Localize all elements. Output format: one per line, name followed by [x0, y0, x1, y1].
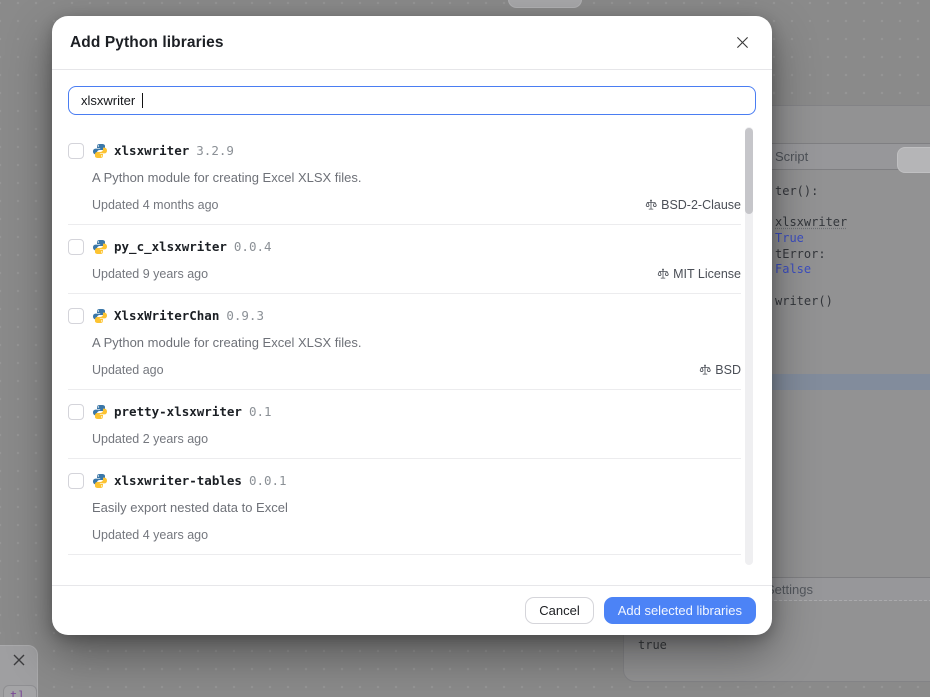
package-version: 0.9.3	[226, 308, 264, 323]
settings-section-label: Settings	[766, 581, 813, 597]
license-scale-icon	[657, 268, 669, 279]
package-version: 0.1	[248, 404, 272, 419]
package-name: pretty-xlsxwriter	[114, 404, 242, 419]
package-version: 0.0.4	[233, 239, 272, 254]
package-row[interactable]: py_c_xlsxwriter 0.0.4 Updated 9 years ago M…	[68, 225, 741, 294]
code-line: False	[775, 262, 812, 277]
package-name: XlsxWriterChan	[114, 308, 220, 323]
text-cursor	[142, 93, 143, 108]
scrollbar-thumb[interactable]	[745, 128, 753, 214]
code-line: ter():	[775, 184, 819, 198]
search-wrapper	[52, 70, 772, 125]
package-license: MIT License	[657, 267, 741, 281]
package-updated: Updated 4 months ago	[92, 197, 219, 212]
package-updated: Updated 4 years ago	[92, 527, 209, 542]
close-icon[interactable]	[11, 652, 27, 668]
package-updated: Updated 2 years ago	[92, 431, 209, 446]
close-button[interactable]	[730, 31, 754, 55]
python-icon	[92, 473, 108, 489]
dialog-header: Add Python libraries	[52, 16, 772, 70]
code-line: True	[775, 231, 804, 246]
package-description: A Python module for creating Excel XLSX …	[92, 170, 362, 185]
package-row[interactable]: xlsxwriter-tables 0.0.1 Easily export nest…	[68, 459, 741, 555]
package-updated: Updated ago	[92, 362, 164, 377]
package-checkbox[interactable]	[68, 238, 84, 255]
canvas-code-snippet[interactable]: t]	[3, 685, 37, 697]
package-row[interactable]: pretty-xlsxwriter 0.1 Updated 2 years ago	[68, 390, 741, 459]
license-scale-icon	[700, 364, 711, 375]
package-checkbox[interactable]	[68, 472, 84, 489]
cancel-button[interactable]: Cancel	[525, 597, 594, 624]
package-license: BSD-2-Clause	[645, 198, 741, 212]
code-line: writer()	[775, 293, 833, 308]
library-search-input[interactable]	[68, 86, 756, 115]
dialog-footer: Cancel Add selected libraries	[52, 585, 772, 635]
code-line: tError:	[775, 246, 826, 261]
code-line: xlsxwriter	[775, 215, 848, 230]
dialog-title: Add Python libraries	[70, 33, 224, 51]
canvas-node-panel: t]	[0, 645, 38, 697]
package-description: A Python module for creating Excel XLSX …	[92, 335, 362, 350]
python-icon	[92, 239, 108, 255]
package-license: BSD	[699, 363, 741, 377]
canvas-top-button[interactable]	[508, 0, 582, 8]
add-python-libraries-dialog: Add Python libraries xlsxwriter 3.2.9 A Py…	[52, 16, 772, 635]
package-updated: Updated 9 years ago	[92, 266, 209, 281]
settings-output-value: true	[638, 638, 667, 652]
package-checkbox[interactable]	[68, 307, 84, 324]
package-checkbox[interactable]	[68, 403, 84, 420]
python-icon	[92, 404, 108, 420]
license-scale-icon	[645, 199, 657, 210]
python-icon	[92, 143, 108, 159]
code-lines: ter(): xlsxwriter True tError: False writer…	[775, 184, 847, 310]
add-selected-libraries-button[interactable]: Add selected libraries	[603, 597, 756, 624]
scrollbar-track[interactable]	[745, 127, 753, 565]
package-checkbox[interactable]	[68, 142, 84, 159]
package-name: xlsxwriter-tables	[114, 473, 242, 488]
package-description: Easily export nested data to Excel	[92, 500, 288, 515]
package-row[interactable]: XlsxWriterChan 0.9.3 A Python module for c…	[68, 294, 741, 390]
package-name: py_c_xlsxwriter	[114, 239, 227, 254]
package-row[interactable]: xlsxwriter 3.2.9 A Python module for creat…	[68, 129, 741, 225]
python-icon	[92, 308, 108, 324]
package-name: xlsxwriter	[114, 143, 190, 158]
package-version: 3.2.9	[196, 143, 234, 158]
package-version: 0.0.1	[248, 473, 287, 488]
package-list[interactable]: xlsxwriter 3.2.9 A Python module for creat…	[52, 125, 772, 585]
script-section-label: Script	[775, 149, 809, 164]
